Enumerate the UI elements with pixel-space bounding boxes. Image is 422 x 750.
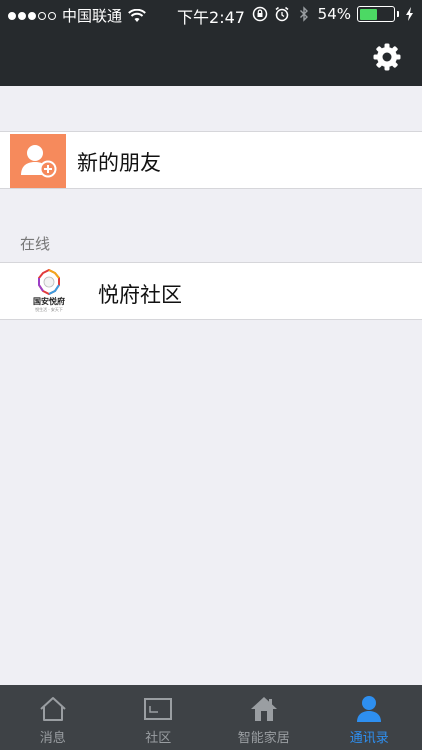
tab-label: 通讯录	[349, 731, 389, 746]
battery-icon	[357, 6, 399, 22]
community-logo-text: 国安悦府	[33, 297, 65, 306]
new-friends-row[interactable]: 新的朋友	[0, 131, 422, 189]
community-row[interactable]: 国安悦府 悦生活 · 安天下 悦府社区	[0, 262, 422, 320]
section-online-label: 在线	[20, 235, 51, 253]
battery-body	[357, 6, 395, 22]
bluetooth-icon	[299, 6, 308, 22]
rotation-lock-icon	[252, 6, 267, 22]
community-logo-subtext: 悦生活 · 安天下	[35, 307, 63, 312]
card-icon	[144, 698, 173, 720]
tab-label: 消息	[39, 731, 66, 746]
tab-messages[interactable]: 消息	[0, 685, 106, 750]
tab-smart-home[interactable]: 智能家居	[211, 685, 317, 750]
status-right: 54%	[252, 5, 414, 23]
top-bar: 中国联通 下午2:47 54%	[0, 0, 422, 86]
new-friends-label: 新的朋友	[77, 151, 161, 175]
settings-icon[interactable]	[372, 42, 402, 72]
battery-fill	[359, 8, 378, 20]
battery-cap	[397, 11, 399, 17]
community-name: 悦府社区	[98, 283, 182, 307]
community-logo: 国安悦府 悦生活 · 安天下	[26, 269, 72, 315]
status-bar: 中国联通 下午2:47 54%	[0, 0, 422, 30]
alarm-icon	[275, 6, 289, 22]
person-add-icon	[21, 145, 57, 178]
add-friend-icon	[10, 134, 66, 188]
house-icon	[250, 697, 277, 721]
tab-contacts[interactable]: 通讯录	[317, 685, 422, 750]
tab-community[interactable]: 社区	[106, 685, 212, 750]
community-logo-icon	[38, 269, 60, 295]
person-icon	[357, 696, 382, 722]
tab-label: 智能家居	[237, 731, 290, 746]
tab-bar: 消息 社区 智能家居 通讯录	[0, 685, 422, 750]
battery-percent: 54%	[317, 5, 351, 23]
tab-label: 社区	[145, 731, 172, 746]
charging-icon	[406, 7, 413, 21]
home-outline-icon	[40, 697, 66, 721]
